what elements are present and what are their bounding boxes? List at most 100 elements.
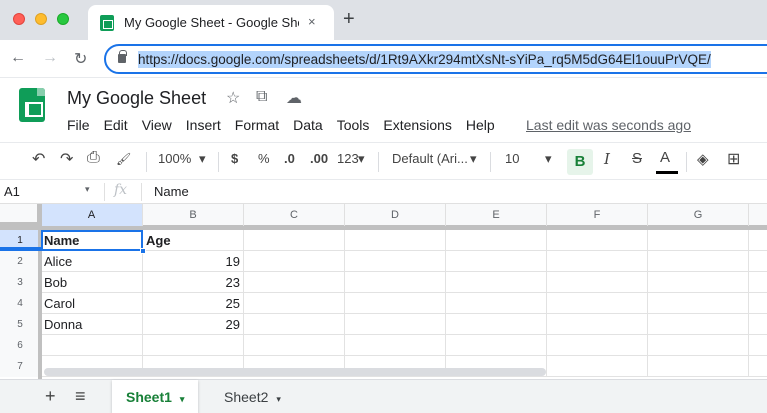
- increase-decimal-button[interactable]: .00: [310, 151, 328, 166]
- zoom-select[interactable]: 100%: [158, 151, 191, 166]
- cell[interactable]: [648, 272, 749, 293]
- font-family-select[interactable]: Default (Ari...: [392, 151, 468, 166]
- print-icon[interactable]: ⎙: [87, 149, 100, 167]
- italic-button[interactable]: I: [604, 150, 610, 168]
- close-tab-icon[interactable]: ×: [308, 14, 316, 29]
- row-header[interactable]: 2: [0, 251, 41, 272]
- star-icon[interactable]: ☆: [226, 88, 240, 108]
- sheet-menu-icon[interactable]: ▾: [180, 394, 185, 404]
- cell-a4[interactable]: Carol: [41, 293, 143, 314]
- cell[interactable]: [446, 230, 547, 251]
- cell-a2[interactable]: Alice: [41, 251, 143, 272]
- paint-format-icon[interactable]: 🖌: [116, 152, 131, 166]
- forward-icon[interactable]: →: [42, 49, 58, 67]
- cell[interactable]: [244, 293, 345, 314]
- more-formats-dropdown-icon[interactable]: ▾: [358, 151, 365, 167]
- cell[interactable]: [648, 314, 749, 335]
- cell[interactable]: [446, 251, 547, 272]
- cell-a5[interactable]: Donna: [41, 314, 143, 335]
- column-header-d[interactable]: D: [345, 204, 446, 226]
- document-title[interactable]: My Google Sheet: [67, 88, 206, 109]
- menu-view[interactable]: View: [142, 117, 172, 133]
- sheets-logo-icon[interactable]: [19, 88, 45, 122]
- freeze-row-handle[interactable]: [0, 226, 767, 230]
- select-all-corner[interactable]: [0, 204, 41, 226]
- cell[interactable]: [547, 230, 648, 251]
- cell[interactable]: [143, 335, 244, 356]
- name-box[interactable]: A1: [4, 184, 96, 199]
- cell[interactable]: [345, 335, 446, 356]
- text-color-button[interactable]: A: [660, 149, 670, 166]
- all-sheets-icon[interactable]: ≡: [75, 386, 86, 407]
- cell[interactable]: [244, 251, 345, 272]
- menu-data[interactable]: Data: [293, 117, 323, 133]
- close-window-button[interactable]: [13, 13, 25, 25]
- borders-icon[interactable]: ⊞: [727, 149, 740, 169]
- cell-b4[interactable]: 25: [143, 293, 244, 314]
- cell[interactable]: [446, 293, 547, 314]
- sheet-tab-sheet2[interactable]: Sheet2 ▾: [210, 380, 295, 413]
- cell[interactable]: [345, 272, 446, 293]
- menu-tools[interactable]: Tools: [337, 117, 370, 133]
- redo-icon[interactable]: ↷: [60, 149, 73, 169]
- cell[interactable]: [648, 251, 749, 272]
- url-input[interactable]: https://docs.google.com/spreadsheets/d/1…: [104, 44, 767, 74]
- name-box-dropdown-icon[interactable]: ▾: [85, 184, 90, 195]
- cell-b1[interactable]: Age: [143, 230, 244, 251]
- fill-handle[interactable]: [140, 248, 146, 254]
- row-header[interactable]: 5: [0, 314, 41, 335]
- cell[interactable]: [446, 272, 547, 293]
- cell[interactable]: [547, 356, 648, 377]
- cell[interactable]: [547, 272, 648, 293]
- cell[interactable]: [244, 314, 345, 335]
- cell[interactable]: [446, 335, 547, 356]
- last-edit-link[interactable]: Last edit was seconds ago: [526, 117, 691, 133]
- fill-color-icon[interactable]: ◈: [697, 150, 709, 168]
- cell[interactable]: [547, 314, 648, 335]
- menu-insert[interactable]: Insert: [186, 117, 221, 133]
- font-size-dropdown-icon[interactable]: ▾: [545, 151, 552, 167]
- strikethrough-button[interactable]: S: [632, 150, 642, 167]
- cell[interactable]: [244, 335, 345, 356]
- horizontal-scrollbar[interactable]: [44, 368, 546, 376]
- cell[interactable]: [648, 335, 749, 356]
- column-header-c[interactable]: C: [244, 204, 345, 226]
- menu-extensions[interactable]: Extensions: [383, 117, 451, 133]
- undo-icon[interactable]: ↶: [32, 149, 45, 169]
- cell-b3[interactable]: 23: [143, 272, 244, 293]
- cell[interactable]: [648, 230, 749, 251]
- column-header-g[interactable]: G: [648, 204, 749, 226]
- currency-format-button[interactable]: $: [231, 151, 238, 166]
- back-icon[interactable]: ←: [10, 49, 26, 67]
- reload-icon[interactable]: ↻: [74, 49, 87, 69]
- minimize-window-button[interactable]: [35, 13, 47, 25]
- decrease-decimal-button[interactable]: .0: [284, 151, 295, 166]
- menu-file[interactable]: File: [67, 117, 90, 133]
- font-size-select[interactable]: 10: [505, 151, 519, 166]
- maximize-window-button[interactable]: [57, 13, 69, 25]
- row-header[interactable]: 4: [0, 293, 41, 314]
- new-tab-button[interactable]: +: [343, 8, 355, 31]
- row-header[interactable]: 3: [0, 272, 41, 293]
- cell-a3[interactable]: Bob: [41, 272, 143, 293]
- row-header[interactable]: 6: [0, 335, 41, 356]
- cell[interactable]: [345, 314, 446, 335]
- sheet-menu-icon[interactable]: ▾: [276, 394, 281, 404]
- move-folder-icon[interactable]: ⧉: [256, 88, 267, 106]
- row-header[interactable]: 7: [0, 356, 41, 377]
- column-header-b[interactable]: B: [143, 204, 244, 226]
- cell[interactable]: [648, 293, 749, 314]
- column-header-a[interactable]: A: [41, 204, 143, 226]
- zoom-dropdown-icon[interactable]: ▾: [199, 151, 206, 167]
- more-formats-button[interactable]: 123: [337, 151, 359, 166]
- cell[interactable]: [41, 335, 143, 356]
- cell-a1[interactable]: Name: [41, 230, 143, 251]
- cell[interactable]: [547, 251, 648, 272]
- cell[interactable]: [244, 230, 345, 251]
- cell[interactable]: [446, 314, 547, 335]
- cell-b5[interactable]: 29: [143, 314, 244, 335]
- browser-tab[interactable]: My Google Sheet - Google Sheets ×: [88, 5, 334, 40]
- cell[interactable]: [244, 272, 345, 293]
- cell[interactable]: [547, 335, 648, 356]
- cloud-status-icon[interactable]: ☁: [286, 88, 302, 108]
